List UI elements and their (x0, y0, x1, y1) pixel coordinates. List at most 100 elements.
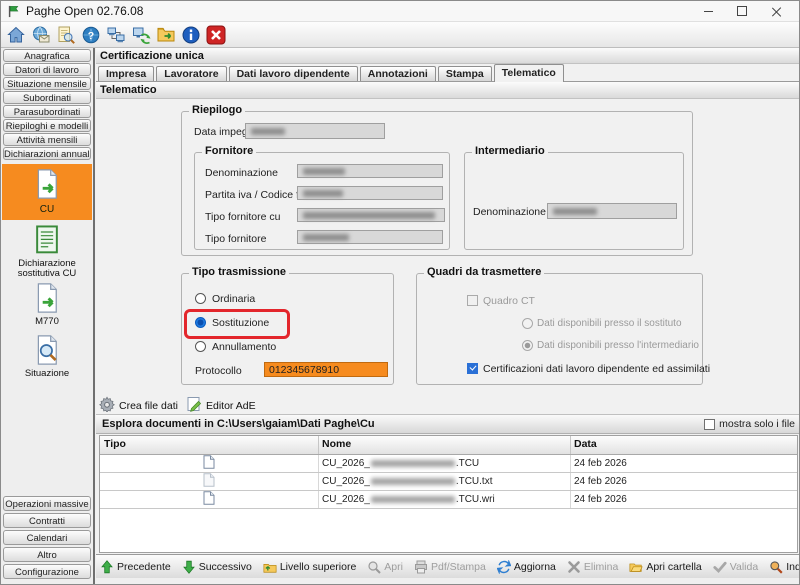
file-date: 24 feb 2026 (570, 455, 798, 472)
valida-button: Valida (713, 560, 758, 574)
tab-lavoratore[interactable]: Lavoratore (156, 66, 226, 81)
ordinaria-radio (195, 293, 206, 304)
close-icon (772, 7, 781, 16)
file-name: CU_2026_.TCU.wri (318, 491, 569, 508)
crea-file-dati-label: Crea file dati (119, 400, 178, 412)
certificazioni-label: Certificazioni dati lavoro dipendente ed… (483, 363, 710, 375)
search-document-icon[interactable] (54, 23, 78, 46)
denominazione-field (297, 164, 443, 178)
column-separator (318, 436, 319, 454)
tab-annotazioni[interactable]: Annotazioni (360, 66, 436, 81)
sidebar-item-attivita-mensili[interactable]: Attività mensili (3, 133, 91, 146)
sidebar-item-calendari[interactable]: Calendari (3, 530, 91, 545)
back-magnifier-icon (769, 560, 783, 574)
data-impegno-field (245, 123, 385, 139)
fornitore-group: Fornitore Denominazione Partita iva / Co… (194, 152, 450, 250)
dati-sostituto-label: Dati disponibili presso il sostituto (537, 318, 682, 329)
sync-computer-icon[interactable] (129, 23, 153, 46)
protocollo-label: Protocollo (195, 365, 242, 377)
mostra-solo-file-checkbox (704, 419, 715, 430)
svg-text:?: ? (88, 30, 94, 42)
sidebar-item-parasubordinati[interactable]: Parasubordinati (3, 105, 91, 118)
home-icon[interactable] (4, 23, 28, 46)
sidebar-item-situazione-label: Situazione (2, 369, 92, 379)
table-row[interactable]: CU_2026_.TCU.txt 24 feb 2026 (100, 473, 797, 491)
editor-ade-button[interactable]: Editor AdE (186, 396, 256, 415)
certificazioni-checkbox[interactable] (467, 363, 478, 374)
tipo-trasmissione-title: Tipo trasmissione (189, 266, 289, 278)
tipo-trasmissione-group: Tipo trasmissione Ordinaria Sostituzione… (181, 273, 394, 385)
aggiorna-button[interactable]: Aggiorna (497, 560, 556, 574)
sidebar-item-riepiloghi[interactable]: Riepiloghi e modelli (3, 119, 91, 132)
esplora-header: Esplora documenti in C:\Users\gaiam\Dati… (96, 414, 800, 434)
minimize-button[interactable] (691, 1, 725, 21)
fornitore-group-title: Fornitore (202, 145, 256, 157)
riepilogo-group-title: Riepilogo (189, 104, 245, 116)
exit-icon[interactable] (204, 23, 228, 46)
document-arrow-icon (32, 191, 62, 203)
file-date: 24 feb 2026 (570, 473, 798, 490)
magnifier-icon (367, 560, 381, 574)
sidebar-item-subordinati[interactable]: Subordinati (3, 91, 91, 104)
close-button[interactable] (759, 1, 793, 21)
sidebar-item-configurazione[interactable]: Configurazione (3, 564, 91, 579)
tab-dati-lavoro-dipendente[interactable]: Dati lavoro dipendente (229, 66, 358, 81)
sidebar-item-datori-di-lavoro[interactable]: Datori di lavoro (3, 63, 91, 76)
dati-sostituto-radio (522, 318, 533, 329)
main-panel: Certificazione unica Impresa Lavoratore … (96, 48, 800, 585)
maximize-button[interactable] (725, 1, 759, 21)
protocollo-input[interactable]: 012345678910 (264, 362, 388, 377)
table-row[interactable]: CU_2026_.TCU 24 feb 2026 (100, 455, 797, 473)
mostra-solo-file-toggle[interactable]: mostra solo i file (704, 418, 795, 430)
sidebar-item-situazione-mensile[interactable]: Situazione mensile (3, 77, 91, 90)
sidebar-item-anagrafica[interactable]: Anagrafica (3, 49, 91, 62)
edit-document-icon (186, 396, 206, 415)
column-header-tipo[interactable]: Tipo (104, 438, 126, 450)
pdf-stampa-button: Pdf/Stampa (414, 560, 486, 574)
file-name: CU_2026_.TCU (318, 455, 569, 472)
column-header-data[interactable]: Data (574, 438, 597, 450)
tipo-fornitore-cu-field (297, 208, 445, 222)
editor-ade-label: Editor AdE (206, 400, 256, 412)
sidebar: Anagrafica Datori di lavoro Situazione m… (1, 48, 95, 585)
title-bar: Paghe Open 02.76.08 (1, 1, 799, 22)
folder-up-icon (263, 560, 277, 574)
sidebar-item-situazione[interactable]: Situazione (2, 334, 92, 379)
documents-table: Tipo Nome Data CU_2026_.TCU 24 feb 2026 … (99, 435, 798, 553)
sidebar-item-dich-sost-label: Dichiarazione sostitutiva CU (2, 259, 92, 279)
tipo-fornitore-label: Tipo fornitore (205, 233, 266, 245)
sidebar-item-altro[interactable]: Altro (3, 547, 91, 562)
file-icon (203, 491, 215, 508)
network-icon[interactable] (104, 23, 128, 46)
tab-bar: Impresa Lavoratore Dati lavoro dipendent… (96, 64, 800, 82)
sidebar-item-dichiarazione-sostitutiva-cu[interactable]: Dichiarazione sostitutiva CU (2, 224, 92, 279)
sidebar-item-dichiarazioni-annuali[interactable]: Dichiarazioni annuali (3, 147, 91, 160)
status-strip (96, 578, 800, 585)
tab-stampa[interactable]: Stampa (438, 66, 492, 81)
livello-superiore-button[interactable]: Livello superiore (263, 560, 356, 574)
sidebar-item-contratti[interactable]: Contratti (3, 513, 91, 528)
tab-telematico[interactable]: Telematico (494, 64, 564, 82)
column-header-nome[interactable]: Nome (322, 438, 351, 450)
dati-intermediario-label: Dati disponibili presso l'intermediario (537, 340, 699, 351)
apri-cartella-button[interactable]: Apri cartella (629, 560, 701, 574)
printer-icon (414, 560, 428, 574)
sidebar-item-m770[interactable]: M770 (2, 282, 92, 327)
globe-mail-icon[interactable] (29, 23, 53, 46)
annullamento-label: Annullamento (212, 341, 276, 353)
sidebar-item-cu[interactable]: CU (2, 164, 92, 220)
precedente-button[interactable]: Precedente (100, 560, 171, 574)
crea-file-dati-button[interactable]: Crea file dati (99, 396, 178, 415)
sidebar-item-operazioni-massive[interactable]: Operazioni massive (3, 496, 91, 511)
apri-button: Apri (367, 560, 403, 574)
successivo-button[interactable]: Successivo (182, 560, 252, 574)
arrow-down-icon (182, 560, 196, 574)
folder-export-icon[interactable] (154, 23, 178, 46)
quadro-ct-label: Quadro CT (483, 295, 535, 307)
help-globe-icon[interactable]: ? (79, 23, 103, 46)
indietro-button[interactable]: Indietro (769, 560, 800, 574)
info-icon[interactable] (179, 23, 203, 46)
table-row[interactable]: CU_2026_.TCU.wri 24 feb 2026 (100, 491, 797, 509)
tab-impresa[interactable]: Impresa (98, 66, 154, 81)
quadro-ct-checkbox (467, 295, 478, 306)
